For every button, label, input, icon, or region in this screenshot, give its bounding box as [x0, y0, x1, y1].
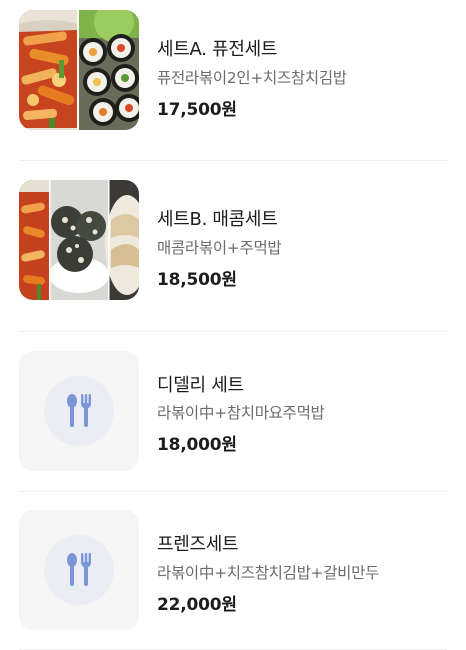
- menu-item-description: 퓨전라볶이2인+치즈참치김밥: [157, 69, 347, 87]
- menu-item-photo-placeholder: [19, 510, 139, 630]
- menu-item-price: 18,500원: [157, 270, 237, 290]
- menu-item-price: 17,500원: [157, 100, 237, 120]
- menu-list: 세트A. 퓨전세트 퓨전라볶이2인+치즈참치김밥 17,500원 세트B. 매콤…: [0, 0, 466, 650]
- fork-spoon-icon: [67, 394, 91, 427]
- menu-item-photo-placeholder: [19, 351, 139, 471]
- menu-item-photo: [19, 10, 139, 130]
- menu-item-photo: [19, 180, 139, 300]
- menu-item-description: 라볶이中+치즈참치김밥+갈비만두: [157, 564, 380, 582]
- menu-item-name: 세트A. 퓨전세트: [157, 39, 278, 60]
- menu-item-name: 프렌즈세트: [157, 534, 239, 555]
- placeholder-circle: [44, 535, 114, 605]
- fork-spoon-icon: [67, 553, 91, 586]
- placeholder-circle: [44, 376, 114, 446]
- menu-item-price: 22,000원: [157, 595, 237, 615]
- menu-item-description: 라볶이中+참치마요주먹밥: [157, 404, 325, 422]
- menu-item-description: 매콤라볶이+주먹밥: [157, 239, 282, 257]
- menu-item-name: 디델리 세트: [157, 375, 244, 396]
- divider: [19, 331, 447, 332]
- menu-item-name: 세트B. 매콤세트: [157, 209, 278, 230]
- divider: [19, 491, 447, 492]
- menu-item-price: 18,000원: [157, 435, 237, 455]
- divider: [19, 160, 447, 161]
